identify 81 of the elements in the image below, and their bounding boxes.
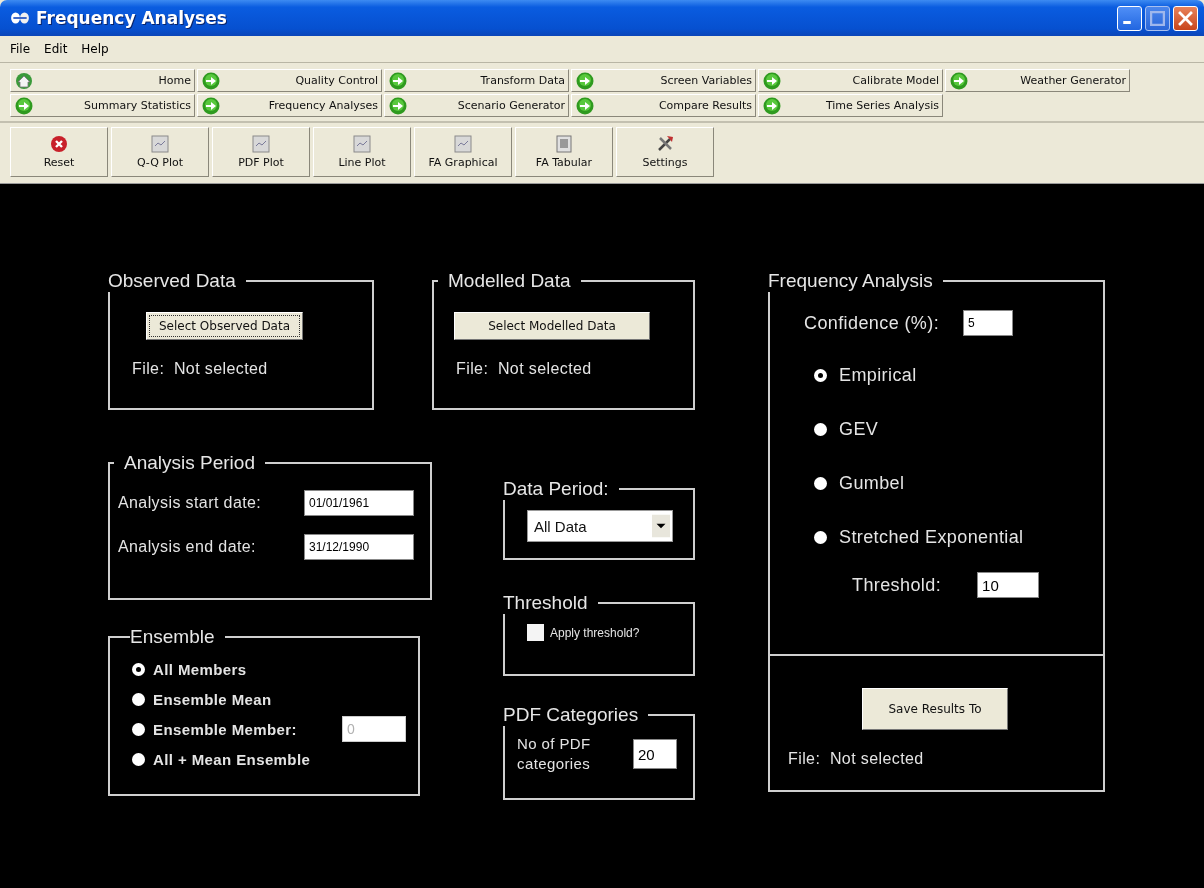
toolbar-button[interactable]: FA Tabular [515,127,613,177]
window-title: Frequency Analyses [36,8,227,28]
date-field[interactable]: 01/01/1961 [304,490,414,516]
app-icon [10,11,30,25]
menu-item[interactable]: Edit [44,42,68,56]
data-period-dropdown[interactable]: All Data [527,510,673,542]
group-title: Analysis Period [123,452,256,474]
toolbar-button[interactable]: Line Plot [313,127,411,177]
nav-button[interactable]: Weather Generator [945,69,1130,92]
house-icon [15,71,33,90]
nav-button[interactable]: Transform Data [384,69,569,92]
option-label: Gumbel [839,472,905,494]
toolbar-button[interactable]: PDF Plot [212,127,310,177]
group-title: Data Period: [503,478,610,500]
maximize-button[interactable] [1145,5,1170,31]
date-field[interactable]: 31/12/1990 [304,534,414,560]
field-label: Confidence (%): [804,312,940,334]
minimize-icon [1123,20,1131,24]
file-label: File: Not selected [456,360,592,378]
tools-icon [656,135,674,153]
maximize-icon [1150,10,1165,26]
select-data-button[interactable]: Select Observed Data [146,312,304,340]
close-button[interactable] [1173,5,1198,31]
radio-button[interactable] [132,662,145,676]
toolbar-button[interactable]: FA Graphical [414,127,512,177]
nav-button[interactable]: Screen Variables [571,69,756,92]
checkbox[interactable] [527,624,544,641]
chart-icon [353,135,371,153]
field-label: Analysis start date: [118,494,263,512]
table-icon [555,135,573,153]
toolbar-button[interactable]: Q-Q Plot [111,127,209,177]
x-circle-icon [50,135,68,153]
radio-button[interactable] [814,368,827,382]
option-label: All + Mean Ensemble [153,750,311,768]
option-label: Ensemble Mean [153,690,272,708]
confidence-field[interactable]: 5 [963,310,1014,336]
nav-button[interactable]: Compare Results [571,94,756,117]
menu-item[interactable]: File [10,42,31,56]
nav-button[interactable]: Scenario Generator [384,94,569,117]
threshold-field[interactable]: 10 [977,572,1040,598]
option-label: All Members [153,660,247,678]
radio-button[interactable] [132,692,145,706]
nav-button[interactable]: Home [10,69,195,92]
radio-button[interactable] [132,752,145,766]
group-title: Modelled Data [447,270,572,292]
nav-button[interactable]: Frequency Analyses [197,94,382,117]
nav-button[interactable]: Calibrate Model [758,69,943,92]
option-label: Ensemble Member: [153,720,297,738]
group-title: Observed Data [108,270,237,292]
nav-button[interactable]: Summary Statistics [10,94,195,117]
close-icon [1178,10,1193,26]
checkbox-label: Apply threshold? [550,625,640,640]
group-title: PDF Categories [503,704,640,726]
chart-icon [252,135,270,153]
radio-button[interactable] [814,476,827,490]
select-data-button[interactable]: Select Modelled Data [454,312,650,340]
group-title: Frequency Analysis [768,270,934,292]
nav-button[interactable]: Time Series Analysis [758,94,943,117]
option-label: Empirical [839,364,917,386]
radio-button[interactable] [814,530,827,544]
chart-icon [151,135,169,153]
group-title: Ensemble [130,626,216,648]
save-results-button[interactable]: Save Results To [862,688,1008,730]
caret-icon [652,514,670,538]
categories-field[interactable]: 20 [633,739,677,769]
field-label: Analysis end date: [118,538,257,556]
file-label: File: Not selected [788,750,924,768]
field-label: No of PDF categories [517,734,592,774]
field-label: Threshold: [852,574,942,596]
radio-button[interactable] [814,422,827,436]
file-label: File: Not selected [132,360,268,378]
option-label: Stretched Exponential [839,526,1024,548]
option-label: GEV [839,418,879,440]
radio-button[interactable] [132,722,145,736]
nav-button[interactable]: Quality Control [197,69,382,92]
toolbar-button[interactable]: Settings [616,127,714,177]
toolbar-button[interactable]: Reset [10,127,108,177]
group-title: Threshold [503,592,589,614]
minimize-button[interactable] [1117,5,1142,31]
chart-icon [454,135,472,153]
menu-item[interactable]: Help [81,42,109,56]
